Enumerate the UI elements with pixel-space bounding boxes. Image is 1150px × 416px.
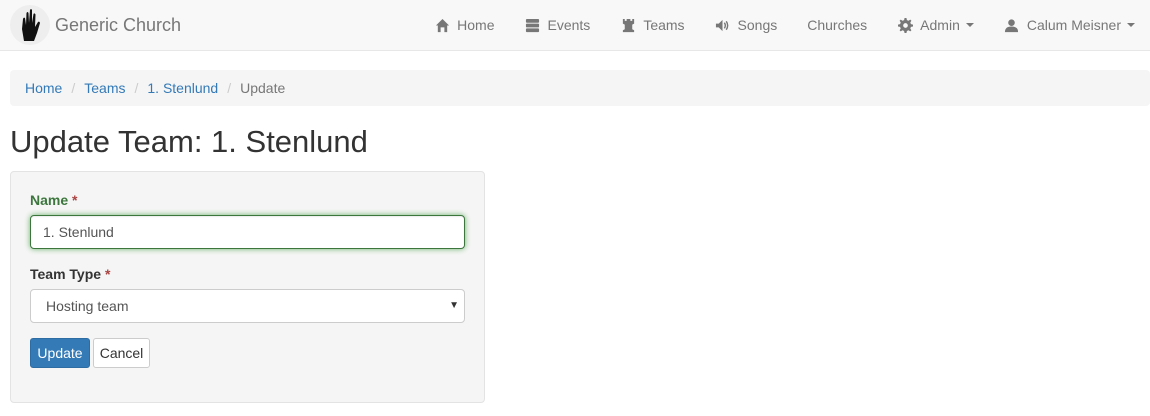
praying-hands-icon	[10, 5, 50, 45]
cog-icon	[897, 17, 913, 33]
team-form: Name * Team Type * Hosting team ▼ Update…	[10, 171, 485, 403]
dropdown-arrow-icon: ▼	[449, 300, 459, 311]
team-type-value: Hosting team	[46, 298, 129, 314]
caret-down-icon	[965, 23, 974, 27]
nav-songs-label: Songs	[737, 17, 778, 33]
caret-down-icon	[1127, 23, 1135, 27]
navbar: Generic Church Home Events Teams Songs C…	[0, 0, 1150, 51]
breadcrumb-team[interactable]: 1. Stenlund	[147, 80, 218, 96]
tower-icon	[620, 17, 636, 33]
nav-user-label: Calum Meisner	[1026, 17, 1121, 33]
name-label: Name *	[30, 192, 77, 208]
required-marker: *	[72, 192, 78, 208]
nav-user-dropdown[interactable]: Calum Meisner	[989, 0, 1150, 50]
user-icon	[1004, 17, 1020, 33]
breadcrumb-teams[interactable]: Teams	[84, 80, 125, 96]
nav-songs[interactable]: Songs	[700, 0, 793, 50]
update-button[interactable]: Update	[30, 338, 90, 368]
nav-churches-label: Churches	[807, 17, 868, 33]
brand[interactable]: Generic Church	[10, 5, 181, 45]
name-field[interactable]	[30, 215, 465, 249]
breadcrumb-home[interactable]: Home	[25, 80, 62, 96]
nav-home-label: Home	[457, 17, 495, 33]
home-icon	[434, 17, 450, 33]
breadcrumb-current: Update	[240, 80, 286, 96]
team-type-select[interactable]: Hosting team ▼	[30, 289, 465, 323]
breadcrumb-separator: /	[227, 80, 232, 96]
name-label-text: Name	[30, 192, 69, 208]
nav-churches[interactable]: Churches	[792, 0, 882, 50]
breadcrumb-separator: /	[71, 80, 76, 96]
team-type-label-text: Team Type	[30, 266, 102, 282]
breadcrumb: Home / Teams / 1. Stenlund / Update	[10, 70, 1150, 106]
team-type-label: Team Type *	[30, 266, 110, 282]
nav-home[interactable]: Home	[419, 0, 509, 50]
nav-admin-dropdown[interactable]: Admin	[882, 0, 989, 50]
page-title: Update Team: 1. Stenlund	[10, 124, 368, 159]
required-marker: *	[104, 266, 111, 282]
breadcrumb-separator: /	[134, 80, 139, 96]
volume-icon	[715, 17, 731, 33]
tasks-icon	[525, 17, 541, 33]
nav-events-label: Events	[547, 17, 591, 33]
nav-teams-label: Teams	[643, 17, 685, 33]
nav-admin-label: Admin	[920, 17, 960, 33]
brand-name: Generic Church	[55, 14, 182, 35]
nav-events[interactable]: Events	[510, 0, 606, 50]
main-nav: Home Events Teams Songs Churches Admin C…	[419, 0, 1150, 50]
cancel-button[interactable]: Cancel	[93, 338, 150, 368]
nav-teams[interactable]: Teams	[605, 0, 699, 50]
